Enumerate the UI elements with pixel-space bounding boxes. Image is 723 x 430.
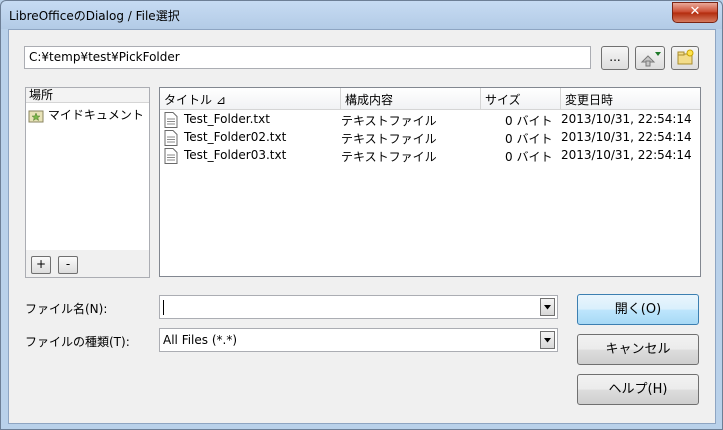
title-bar[interactable]: LibreOfficeのDialog / File選択 ✕ xyxy=(1,1,722,29)
my-documents-icon xyxy=(28,110,44,122)
file-size: 0 バイト xyxy=(505,150,553,164)
text-caret xyxy=(163,300,164,315)
places-panel: 場所 マイドキュメント + - xyxy=(25,87,150,278)
add-place-button[interactable]: + xyxy=(31,256,51,274)
text-file-icon xyxy=(164,148,178,164)
file-title: Test_Folder02.txt xyxy=(184,130,287,144)
filetype-dropdown-button[interactable] xyxy=(540,331,555,349)
filename-label: ファイル名(N): xyxy=(25,302,108,316)
file-title: Test_Folder03.txt xyxy=(184,148,287,162)
file-row[interactable]: Test_Folder02.txt テキストファイル 0 バイト 2013/10… xyxy=(160,129,700,147)
place-item-label: マイドキュメント xyxy=(47,108,144,122)
column-header-title[interactable]: タイトル ⊿ xyxy=(160,88,341,110)
file-row[interactable]: Test_Folder.txt テキストファイル 0 バイト 2013/10/3… xyxy=(160,111,700,129)
text-file-icon xyxy=(164,130,178,146)
window-title: LibreOfficeのDialog / File選択 xyxy=(9,9,180,23)
new-folder-icon xyxy=(677,49,694,65)
folder-up-button[interactable] xyxy=(635,46,665,70)
filename-input[interactable] xyxy=(159,295,558,319)
open-button[interactable]: 開く(O) xyxy=(577,294,699,325)
close-button[interactable]: ✕ xyxy=(672,2,718,23)
path-value: C:¥temp¥test¥PickFolder xyxy=(29,50,180,64)
file-modified: 2013/10/31, 22:54:14 xyxy=(561,112,692,126)
chevron-down-icon xyxy=(544,338,551,343)
file-modified: 2013/10/31, 22:54:14 xyxy=(561,130,692,144)
dialog-window: LibreOfficeのDialog / File選択 ✕ C:¥temp¥te… xyxy=(0,0,723,430)
path-input[interactable]: C:¥temp¥test¥PickFolder xyxy=(24,46,591,69)
help-button[interactable]: ヘルプ(H) xyxy=(577,374,699,405)
column-header-modified[interactable]: 変更日時 xyxy=(561,88,700,110)
places-footer: + - xyxy=(26,250,149,277)
column-header-type[interactable]: 構成内容 xyxy=(341,88,481,110)
file-type: テキストファイル xyxy=(341,114,437,128)
cancel-button[interactable]: キャンセル xyxy=(577,334,699,365)
browse-label: ... xyxy=(609,50,621,64)
file-size: 0 バイト xyxy=(505,114,553,128)
browse-button[interactable]: ... xyxy=(601,46,629,70)
folder-up-icon xyxy=(640,52,661,67)
file-row[interactable]: Test_Folder03.txt テキストファイル 0 バイト 2013/10… xyxy=(160,147,700,165)
file-type: テキストファイル xyxy=(341,150,437,164)
text-file-icon xyxy=(164,112,178,128)
places-header: 場所 xyxy=(26,88,149,103)
chevron-down-icon xyxy=(544,305,551,310)
column-header-size[interactable]: サイズ xyxy=(481,88,561,110)
file-type: テキストファイル xyxy=(341,132,437,146)
close-icon: ✕ xyxy=(689,4,701,19)
new-folder-button[interactable] xyxy=(671,46,699,70)
file-modified: 2013/10/31, 22:54:14 xyxy=(561,148,692,162)
file-list: タイトル ⊿ 構成内容 サイズ 変更日時 Test_Folder.txt テキス… xyxy=(159,87,701,277)
file-size: 0 バイト xyxy=(505,132,553,146)
file-title: Test_Folder.txt xyxy=(184,112,270,126)
remove-place-button[interactable]: - xyxy=(58,256,78,274)
dialog-client: C:¥temp¥test¥PickFolder ... 場所 マイドキュメント … xyxy=(8,29,716,424)
filetype-label: ファイルの種類(T): xyxy=(25,335,130,349)
filename-dropdown-button[interactable] xyxy=(540,298,555,316)
filetype-select[interactable]: All Files (*.*) xyxy=(159,328,558,352)
filetype-value: All Files (*.*) xyxy=(163,333,238,347)
place-item-my-documents[interactable]: マイドキュメント xyxy=(28,106,144,124)
